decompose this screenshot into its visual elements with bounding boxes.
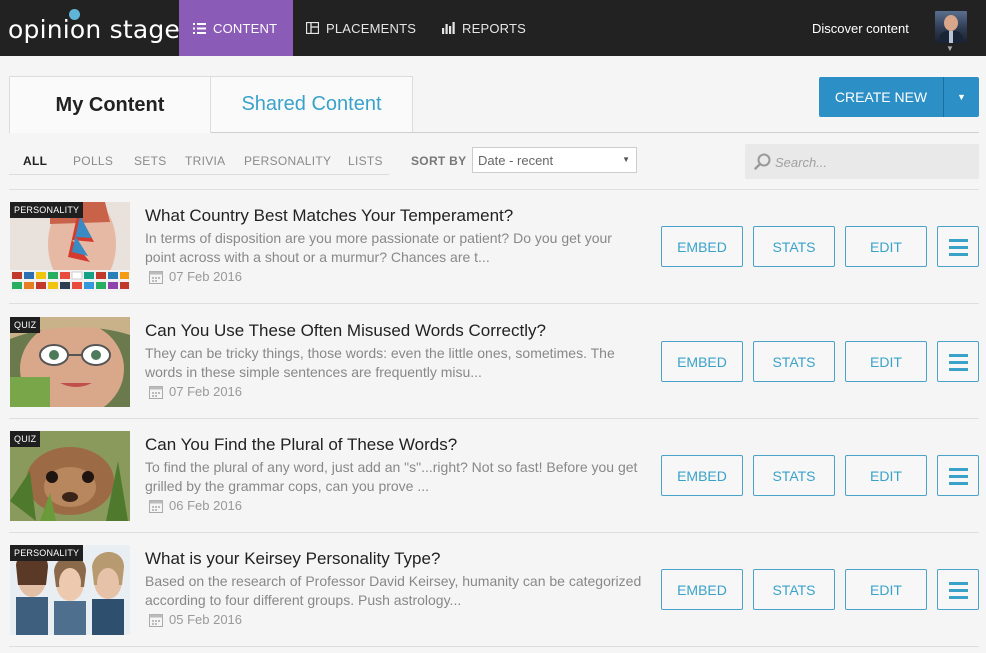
stats-button[interactable]: STATS: [753, 455, 835, 496]
date-text: 07 Feb 2016: [169, 269, 243, 284]
filter-underline: [9, 174, 389, 175]
filter-polls[interactable]: POLLS: [73, 154, 113, 168]
create-new-dropdown-button[interactable]: ▼: [943, 77, 979, 117]
date-text: 06 Feb 2016: [169, 498, 243, 513]
content-thumbnail[interactable]: PERSONALITY: [10, 545, 130, 635]
content-title[interactable]: What is your Keirsey Personality Type?: [145, 549, 440, 569]
caret-down-icon: ▼: [622, 155, 630, 164]
edit-button[interactable]: EDIT: [845, 455, 927, 496]
content-date: 05 Feb 2016: [149, 612, 242, 627]
embed-button[interactable]: EMBED: [661, 569, 743, 610]
date-text: 05 Feb 2016: [169, 612, 243, 627]
date-text: 07 Feb 2016: [169, 384, 243, 399]
menu-button[interactable]: [937, 569, 979, 610]
caret-down-icon: ▼: [957, 92, 966, 102]
filter-sets[interactable]: SETS: [134, 154, 167, 168]
layout-icon: [306, 22, 319, 34]
content-type-badge: QUIZ: [10, 431, 41, 447]
content-row: QUIZ Can You Find the Plural of These Wo…: [9, 419, 979, 533]
logo-text: opinion stage: [8, 15, 180, 44]
menu-button[interactable]: [937, 226, 979, 267]
sort-value: Date - recent: [478, 153, 554, 168]
content-row: QUIZ Can You Use These Often Misused Wor…: [9, 305, 979, 419]
embed-button[interactable]: EMBED: [661, 341, 743, 382]
sort-select[interactable]: Date - recent ▼: [472, 147, 637, 173]
content-description: To find the plural of any word, just add…: [145, 459, 638, 494]
content-thumbnail[interactable]: QUIZ: [10, 431, 130, 521]
search-input[interactable]: [775, 152, 965, 172]
calendar-icon: [149, 385, 163, 399]
create-new-button[interactable]: CREATE NEW: [819, 77, 943, 117]
content-type-badge: PERSONALITY: [10, 545, 84, 561]
edit-button[interactable]: EDIT: [845, 341, 927, 382]
filter-trivia[interactable]: TRIVIA: [185, 154, 225, 168]
tab-divider: [211, 132, 979, 133]
content-date: 07 Feb 2016: [149, 269, 242, 284]
bar-chart-icon: [442, 22, 455, 34]
stats-button[interactable]: STATS: [753, 341, 835, 382]
content-row: PERSONALITY What is your Keirsey Persona…: [9, 533, 979, 647]
edit-button[interactable]: EDIT: [845, 226, 927, 267]
nav-reports[interactable]: REPORTS: [442, 0, 526, 56]
content-description: In terms of disposition are you more pas…: [145, 230, 612, 265]
embed-button[interactable]: EMBED: [661, 226, 743, 267]
nav-placements[interactable]: PLACEMENTS: [306, 0, 416, 56]
content-title[interactable]: What Country Best Matches Your Temperame…: [145, 206, 513, 226]
nav-placements-label: PLACEMENTS: [326, 20, 417, 36]
chevron-down-icon[interactable]: ▼: [946, 44, 954, 53]
content-date: 07 Feb 2016: [149, 384, 242, 399]
user-avatar[interactable]: [935, 11, 967, 43]
sort-by-label: SORT BY: [411, 154, 467, 168]
content-description: They can be tricky things, those words: …: [145, 345, 615, 380]
calendar-icon: [149, 499, 163, 513]
nav-reports-label: REPORTS: [462, 20, 527, 36]
calendar-icon: [149, 270, 163, 284]
discover-content-link[interactable]: Discover content: [812, 21, 909, 36]
tab-shared-content[interactable]: Shared Content: [211, 76, 413, 133]
filter-all[interactable]: ALL: [23, 154, 47, 168]
content-description: Based on the research of Professor David…: [145, 573, 642, 608]
content-thumbnail[interactable]: PERSONALITY: [10, 202, 130, 292]
filter-lists[interactable]: LISTS: [348, 154, 383, 168]
nav-content-label: CONTENT: [213, 20, 278, 36]
content-date: 06 Feb 2016: [149, 498, 242, 513]
menu-button[interactable]: [937, 455, 979, 496]
calendar-icon: [149, 613, 163, 627]
menu-button[interactable]: [937, 341, 979, 382]
stats-button[interactable]: STATS: [753, 569, 835, 610]
content-title[interactable]: Can You Find the Plural of These Words?: [145, 435, 457, 455]
top-navbar: opinion stage CONTENT PLACEMENTS REPORTS…: [0, 0, 986, 56]
tab-my-content[interactable]: My Content: [9, 76, 211, 133]
nav-content[interactable]: CONTENT: [179, 0, 293, 56]
search-icon: [754, 153, 771, 170]
filter-personality[interactable]: PERSONALITY: [244, 154, 331, 168]
content-thumbnail[interactable]: QUIZ: [10, 317, 130, 407]
list-icon: [193, 22, 206, 34]
embed-button[interactable]: EMBED: [661, 455, 743, 496]
content-title[interactable]: Can You Use These Often Misused Words Co…: [145, 321, 546, 341]
stats-button[interactable]: STATS: [753, 226, 835, 267]
content-type-badge: PERSONALITY: [10, 202, 84, 218]
content-row: PERSONALITY What Country Best Matches Yo…: [9, 190, 979, 304]
logo-dot-icon: [69, 9, 80, 20]
content-type-badge: QUIZ: [10, 317, 41, 333]
search-box: [745, 144, 979, 179]
edit-button[interactable]: EDIT: [845, 569, 927, 610]
